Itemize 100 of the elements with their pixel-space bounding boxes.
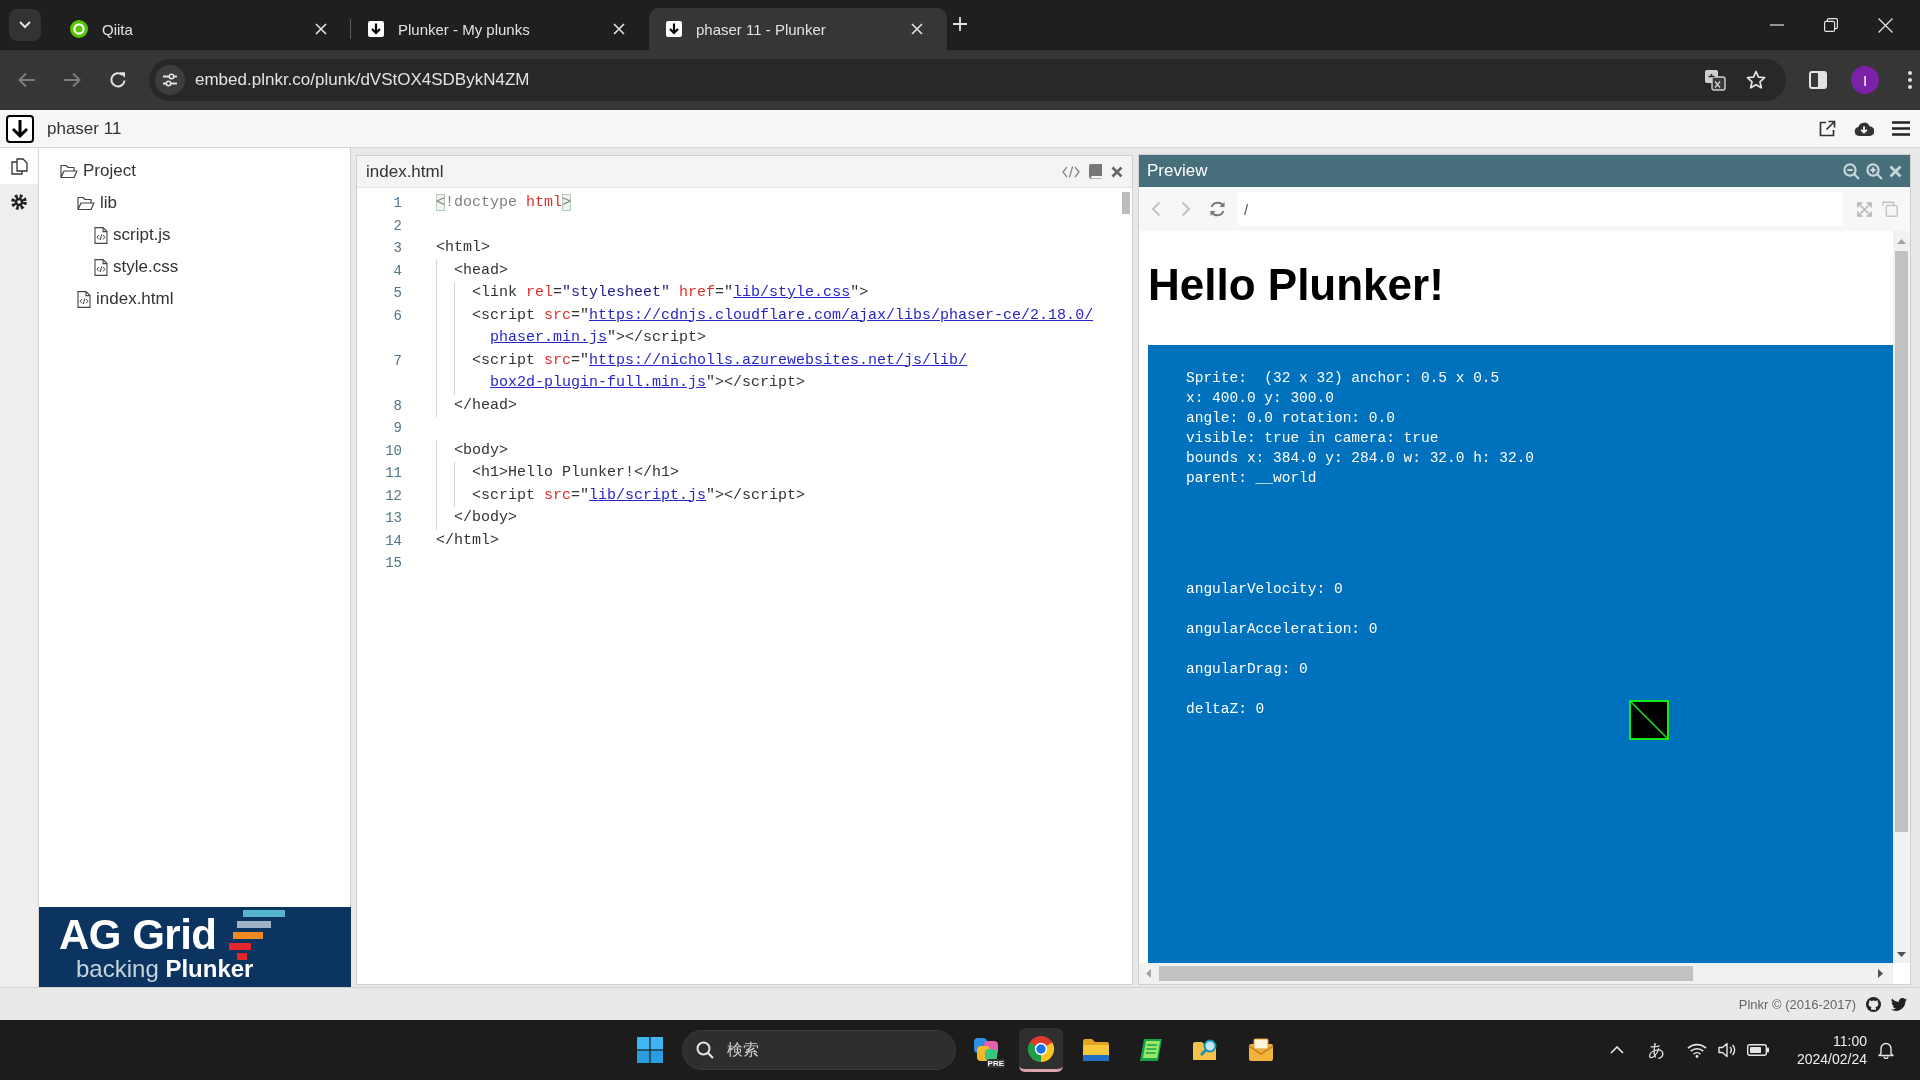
chevron-down-icon xyxy=(19,21,31,29)
code-link[interactable]: box2d-plugin-full.min.js xyxy=(490,374,707,391)
code-link[interactable]: https://cdnjs.cloudflare.com/ajax/libs/phaser-ce/2.18.0/ xyxy=(589,306,1094,324)
clock-time: 11:00 xyxy=(1833,1032,1867,1050)
search-icon xyxy=(696,1041,714,1059)
debug-line: angularVelocity: 0 xyxy=(1186,580,1343,599)
debug-line: angle: 0.0 rotation: 0.0 xyxy=(1186,409,1395,428)
debug-line: angularAcceleration: 0 xyxy=(1186,620,1378,639)
down-arrow-logo-icon xyxy=(666,21,682,37)
line-number: 5 xyxy=(392,284,403,303)
bird-icon[interactable] xyxy=(1891,997,1907,1011)
search-field[interactable]: 検索 xyxy=(682,1030,956,1070)
wifi-icon[interactable] xyxy=(1686,1042,1707,1058)
zoom-out-icon[interactable] xyxy=(1843,162,1860,180)
battery-icon[interactable] xyxy=(1746,1044,1769,1056)
code-line: <html> xyxy=(436,238,490,258)
copyright-text: Plnkr © (2016-2017) xyxy=(1738,996,1856,1012)
bell-icon[interactable] xyxy=(1878,1041,1894,1059)
debug-line: angularDrag: 0 xyxy=(1186,660,1308,679)
code-file-icon xyxy=(94,258,108,276)
round-logo-icon xyxy=(1027,1034,1055,1063)
code-line: </body> xyxy=(454,508,517,528)
taskbar-app[interactable]: PRE xyxy=(964,1028,1008,1072)
external-link-icon[interactable] xyxy=(1818,119,1836,138)
line-number: 9 xyxy=(392,419,403,438)
tree-item[interactable]: style.css xyxy=(39,251,350,283)
line-number: 15 xyxy=(384,554,403,573)
path-field[interactable]: / xyxy=(1238,192,1843,226)
profile-avatar[interactable]: I xyxy=(1851,66,1879,94)
tree-item[interactable]: Project xyxy=(39,155,350,187)
ring-logo-icon xyxy=(70,20,88,38)
code-file-icon xyxy=(77,290,91,308)
side-panel-icon[interactable] xyxy=(1809,71,1827,89)
reload-icon[interactable] xyxy=(109,71,127,89)
debug-line: x: 400.0 y: 300.0 xyxy=(1186,389,1334,408)
code-line: <script src="lib/script.js"></script> xyxy=(472,485,806,506)
zoom-in-icon[interactable] xyxy=(1866,162,1883,180)
scroll-right-icon[interactable] xyxy=(1878,969,1883,978)
code-line: <script src="https://cdnjs.cloudflare.com/ajax/libs/phaser-ce/2.18.0/ phaser.min.js"></script> xyxy=(472,305,1094,348)
line-number: 13 xyxy=(384,509,403,528)
code-link[interactable]: lib/script.js xyxy=(589,486,707,504)
ad-banner[interactable]: AG Grid backing Plunker xyxy=(39,907,351,987)
translate-icon[interactable] xyxy=(1704,69,1726,91)
clock-date: 2024/02/24 xyxy=(1796,1050,1867,1068)
tree-item[interactable]: lib xyxy=(39,187,350,219)
restore-icon[interactable] xyxy=(1824,18,1838,32)
files-icon xyxy=(10,157,28,175)
debug-line: deltaZ: 0 xyxy=(1186,700,1265,719)
envelope-icon xyxy=(1248,1038,1274,1062)
start-icon[interactable] xyxy=(637,1037,663,1063)
code-link[interactable]: https://nicholls.azurewebsites.net/js/lib/ xyxy=(589,351,968,369)
code-link[interactable]: phaser.min.js xyxy=(490,329,608,346)
crossed-square-icon xyxy=(1629,700,1669,740)
line-number: 7 xyxy=(392,351,403,371)
settings-icon xyxy=(11,194,27,210)
down-arrow-logo-icon[interactable] xyxy=(6,114,34,143)
files-tab[interactable] xyxy=(0,148,38,184)
taskbar-app[interactable] xyxy=(1019,1028,1063,1072)
code-link[interactable]: lib/style.css xyxy=(733,284,851,301)
speaker-icon[interactable] xyxy=(1717,1042,1736,1058)
kebab-menu-icon[interactable] xyxy=(1908,71,1912,89)
code-line: <!doctype html> xyxy=(436,193,572,213)
ime-indicator[interactable]: あ xyxy=(1647,1038,1665,1062)
code-icon[interactable] xyxy=(1062,165,1080,178)
line-number: 2 xyxy=(392,216,403,236)
app-badge: PRE xyxy=(986,1059,1005,1068)
browser-tab[interactable]: phaser 11 - Plunker xyxy=(649,8,947,50)
tab-list-button[interactable] xyxy=(9,9,41,41)
code-line: <body> xyxy=(454,440,508,461)
vertical-scrollbar[interactable] xyxy=(1893,231,1910,963)
browser-tab[interactable]: Plunker - My plunks xyxy=(351,8,649,50)
debug-line: visible: true in camera: true xyxy=(1186,429,1439,448)
colorful-tiles-icon xyxy=(973,1037,999,1063)
code-file-icon xyxy=(94,226,108,244)
star-icon[interactable] xyxy=(1746,70,1766,90)
line-number: 4 xyxy=(392,261,403,281)
refresh-icon[interactable] xyxy=(1209,201,1226,217)
plus-icon[interactable] xyxy=(953,17,967,31)
line-number: 11 xyxy=(384,464,403,483)
tree-item[interactable]: script.js xyxy=(39,219,350,251)
preview-title: Preview xyxy=(1147,161,1208,181)
address-bar[interactable]: embed.plnkr.co/plunk/dVStOX4SDBykN4ZM xyxy=(149,59,1786,101)
browser-tab[interactable]: Qiita xyxy=(53,8,351,50)
notebook-icon xyxy=(1138,1037,1164,1063)
horizontal-scrollbar[interactable] xyxy=(1139,963,1893,984)
code-line: </html> xyxy=(436,530,499,551)
menu-icon[interactable] xyxy=(1892,121,1910,136)
down-arrow-logo-icon xyxy=(368,21,384,37)
line-number: 8 xyxy=(392,396,403,416)
book-icon[interactable] xyxy=(1089,164,1102,179)
code-line: </head> xyxy=(454,395,517,416)
page-heading: Hello Plunker! xyxy=(1148,260,1445,310)
debug-line: Sprite: (32 x 32) anchor: 0.5 x 0.5 xyxy=(1186,369,1500,388)
scroll-down-icon[interactable] xyxy=(1897,952,1906,957)
chevron-up-icon[interactable] xyxy=(1609,1046,1624,1054)
cloud-download-icon[interactable] xyxy=(1854,121,1874,136)
cat-logo-icon[interactable] xyxy=(1866,996,1881,1012)
tree-item[interactable]: index.html xyxy=(39,283,350,315)
site-settings-icon[interactable] xyxy=(155,65,185,95)
line-number: 10 xyxy=(384,441,403,461)
